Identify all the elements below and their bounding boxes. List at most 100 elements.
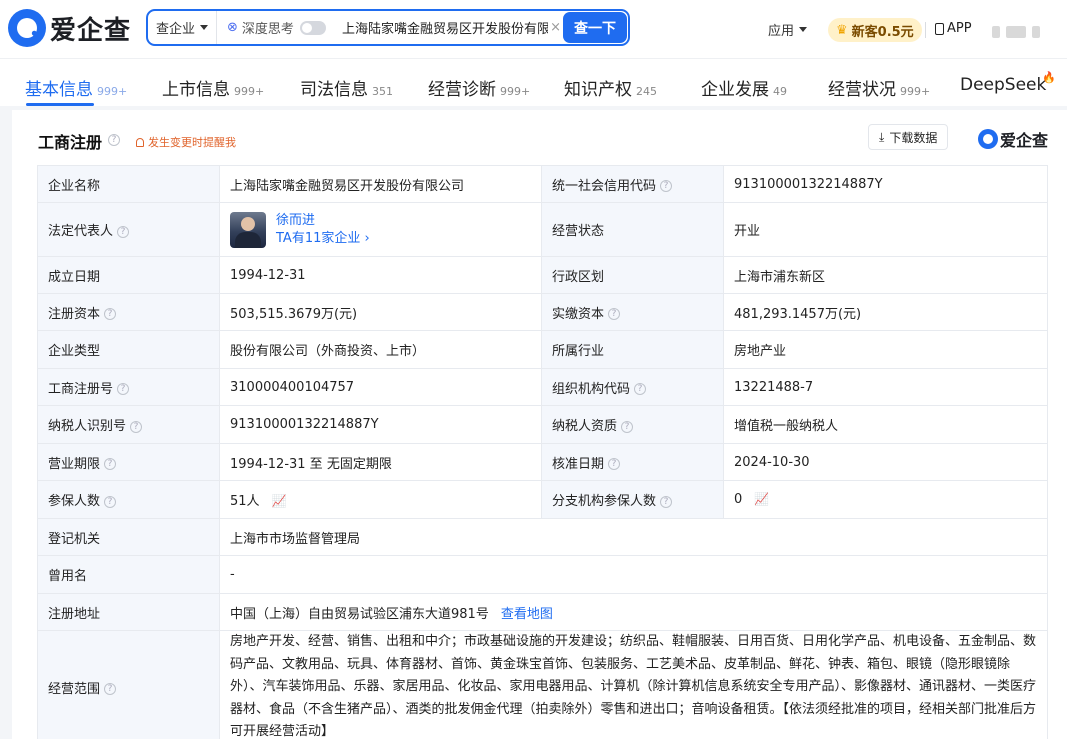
download-icon: ⤓ (879, 129, 885, 144)
trend-chart-icon[interactable]: 📈 (272, 494, 287, 508)
apps-label: 应用 (768, 24, 795, 39)
tab-count: 49 (773, 85, 787, 98)
label-text: 分支机构参保人数 (552, 494, 657, 509)
tab-deepseek[interactable]: DeepSeek (960, 75, 1046, 95)
table-row: 纳税人识别号? 91310000132214887Y 纳税人资质? 增值税一般纳… (37, 405, 1048, 444)
founded-value: 1994-12-31 (219, 256, 542, 294)
legal-rep-text: 徐而进 TA有11家企业 › (276, 212, 370, 248)
chevron-down-icon (799, 27, 808, 32)
authority-label: 登记机关 (37, 518, 220, 556)
label-text: 参保人数 (48, 494, 101, 509)
label-text: 经营范围 (48, 681, 101, 697)
search-category-select[interactable]: 查企业 (148, 11, 218, 44)
table-row: 工商注册号? 310000400104757 组织机构代码? 13221488-… (37, 368, 1048, 406)
tab-ip[interactable]: 知识产权 245 (564, 75, 657, 100)
address-label: 注册地址 (37, 593, 220, 631)
promo-badge[interactable]: ♛ 新客0.5元 (828, 18, 922, 42)
scope-label: 经营范围? (37, 630, 220, 739)
app-download-link[interactable]: APP (935, 21, 972, 36)
help-icon[interactable]: ? (104, 308, 117, 320)
help-icon[interactable]: ? (608, 458, 621, 470)
scope-value: 房地产开发、经营、销售、出租和中介；市政基础设施的开发建设；纺织品、鞋帽服装、日… (219, 630, 1048, 739)
authority-value: 上海市市场监督管理局 (219, 518, 1048, 556)
tab-development[interactable]: 企业发展 49 (701, 75, 787, 100)
legal-rep-companies-link[interactable]: TA有11家企业 › (276, 230, 370, 248)
divider (925, 22, 926, 38)
crown-icon: ♛ (836, 22, 848, 38)
tab-listing-info[interactable]: 上市信息 999+ (162, 75, 264, 100)
help-icon[interactable]: ? (117, 225, 130, 238)
label-text: 组织机构代码 (552, 381, 631, 397)
search-button[interactable]: 查一下 (563, 12, 627, 43)
trend-chart-icon[interactable]: 📈 (754, 492, 769, 506)
label-text: 纳税人识别号 (48, 419, 127, 434)
tab-label: 上市信息 (162, 80, 230, 100)
brand-text: 爱企查 (1000, 131, 1049, 150)
branch-insured-label: 分支机构参保人数? (541, 480, 724, 519)
table-row: 企业名称 上海陆家嘴金融贸易区开发股份有限公司 统一社会信用代码? 913100… (37, 165, 1048, 203)
tab-count: 999+ (234, 85, 265, 98)
change-alert-link[interactable]: 发生变更时提醒我 (136, 134, 236, 150)
view-map-link[interactable]: 查看地图 (501, 607, 553, 622)
status-value: 开业 (723, 202, 1048, 257)
region-value: 上海市浦东新区 (723, 256, 1048, 294)
help-icon[interactable]: ? (104, 683, 117, 696)
logo[interactable]: 爱企查 (8, 8, 131, 48)
tab-count: 999+ (900, 85, 931, 98)
avatar[interactable] (230, 211, 266, 248)
region-label: 行政区划 (541, 256, 724, 294)
clear-icon[interactable]: × (550, 20, 561, 35)
label-text: 纳税人资质 (552, 419, 618, 434)
deep-think-toggle[interactable] (299, 20, 326, 35)
tab-judicial-info[interactable]: 司法信息 351 (300, 75, 393, 100)
reg-capital-label: 注册资本? (37, 293, 220, 331)
org-code-label: 组织机构代码? (541, 368, 724, 406)
tab-count: 351 (372, 85, 393, 98)
tab-label: 经营状况 (828, 80, 896, 100)
help-icon[interactable]: ? (104, 458, 117, 470)
type-value: 股份有限公司（外商投资、上市） (219, 330, 542, 369)
help-icon[interactable]: ? (660, 495, 673, 508)
help-icon[interactable]: ? (117, 383, 130, 395)
business-registration-card: 工商注册 ? 发生变更时提醒我 ⤓ 下载数据 爱企查 企业名称 上海陆家嘴金融贸… (12, 110, 1067, 739)
table-row: 成立日期 1994-12-31 行政区划 上海市浦东新区 (37, 256, 1048, 294)
help-icon[interactable]: ? (608, 308, 621, 320)
address-text: 中国（上海）自由贸易试验区浦东大道981号 (230, 606, 489, 622)
bell-icon (136, 137, 144, 147)
search-input[interactable] (341, 20, 549, 35)
apps-menu[interactable]: 应用 (768, 20, 808, 39)
branch-insured-value: 0 📈 (723, 480, 1048, 519)
legal-rep-card[interactable]: 徐而进 TA有11家企业 › (230, 211, 531, 248)
reg-no-label: 工商注册号? (37, 368, 220, 406)
approval-label: 核准日期? (541, 443, 724, 481)
promo-label: 新客0.5元 (851, 24, 914, 40)
label-text: 法定代表人 (48, 224, 114, 239)
table-row: 经营范围? 房地产开发、经营、销售、出租和中介；市政基础设施的开发建设；纺织品、… (37, 630, 1048, 739)
table-row: 法定代表人? 徐而进 TA有11家企业 › 经营状态 开业 (37, 202, 1048, 257)
download-data-button[interactable]: ⤓ 下载数据 (868, 124, 949, 150)
tab-operations[interactable]: 经营状况 999+ (828, 75, 930, 100)
help-icon[interactable]: ? (130, 420, 143, 433)
reg-no-value: 310000400104757 (219, 368, 542, 406)
help-icon[interactable]: ? (660, 180, 673, 192)
table-row: 企业类型 股份有限公司（外商投资、上市） 所属行业 房地产业 (37, 330, 1048, 369)
change-alert-label: 发生变更时提醒我 (148, 136, 236, 149)
logo-icon (8, 9, 46, 47)
help-icon[interactable]: ? (634, 383, 647, 395)
legal-rep-name[interactable]: 徐而进 (276, 212, 370, 230)
fire-icon: 🔥 (1042, 71, 1056, 84)
tab-diagnosis[interactable]: 经营诊断 999+ (428, 75, 530, 100)
tab-basic-info[interactable]: 基本信息 999+ (25, 75, 127, 100)
registration-table: 企业名称 上海陆家嘴金融贸易区开发股份有限公司 统一社会信用代码? 913100… (37, 165, 1048, 739)
help-icon[interactable]: ? (104, 495, 117, 508)
table-row: 参保人数? 51人 📈 分支机构参保人数? 0 📈 (37, 480, 1048, 519)
branch-insured-count: 0 (734, 492, 743, 507)
user-avatar[interactable] (992, 26, 1054, 40)
table-row: 注册资本? 503,515.3679万(元) 实缴资本? 481,293.145… (37, 293, 1048, 331)
help-icon[interactable]: ? (621, 420, 634, 433)
deep-think-toggle-group[interactable]: ⊗ 深度思考 (227, 18, 326, 37)
help-icon[interactable]: ? (108, 134, 120, 146)
industry-value: 房地产业 (723, 330, 1048, 369)
paid-capital-value: 481,293.1457万(元) (723, 293, 1048, 331)
table-row: 注册地址 中国（上海）自由贸易试验区浦东大道981号 查看地图 (37, 593, 1048, 631)
